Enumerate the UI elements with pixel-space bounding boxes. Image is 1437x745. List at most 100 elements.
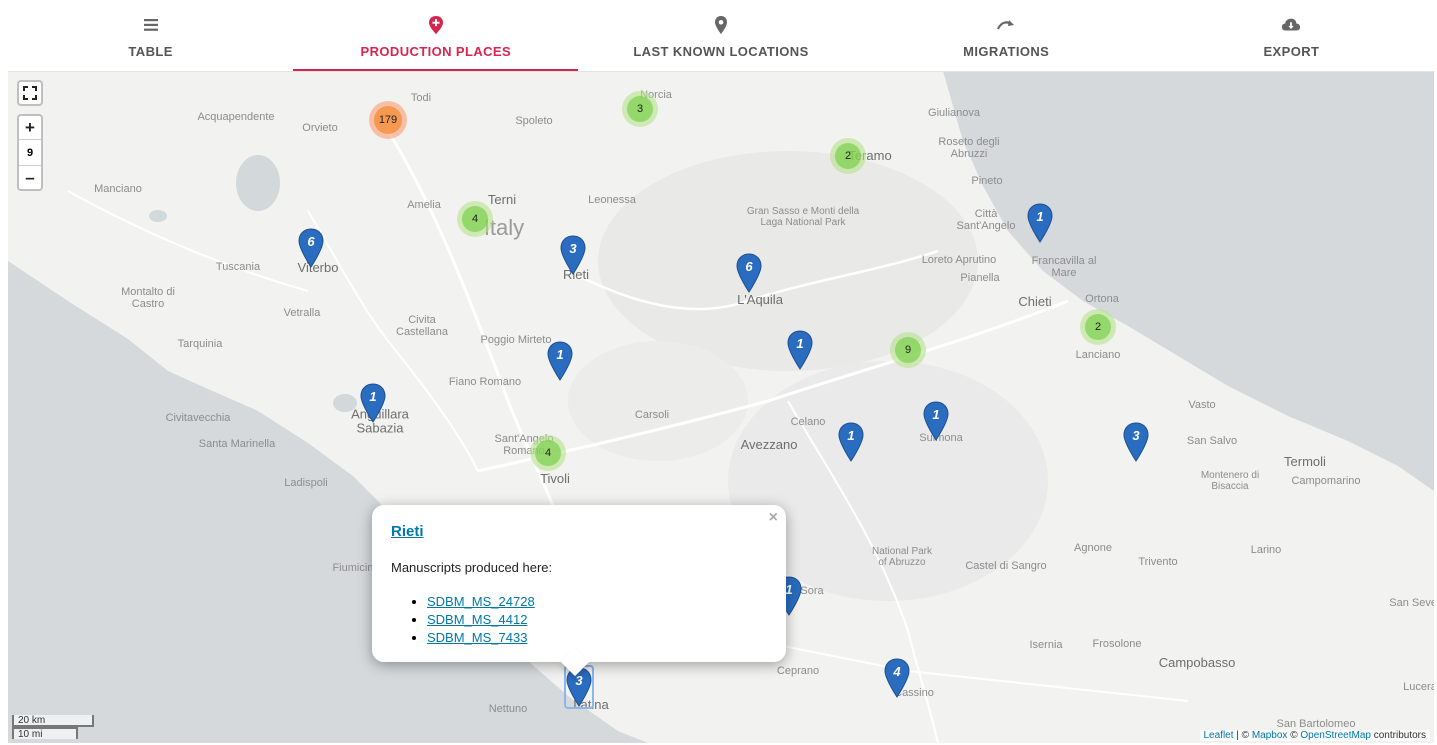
place-label: Orvieto bbox=[302, 121, 338, 134]
tab-production-places[interactable]: PRODUCTION PLACES bbox=[293, 3, 579, 71]
marker-count: 6 bbox=[307, 234, 315, 249]
place-label: Pianella bbox=[960, 271, 1000, 284]
marker-count: 1 bbox=[796, 336, 804, 351]
marker-count: 1 bbox=[369, 389, 377, 404]
place-label: Avezzano bbox=[740, 436, 798, 452]
cluster-count: 3 bbox=[627, 96, 653, 122]
zoom-out-button[interactable]: – bbox=[19, 166, 41, 189]
curved-arrow-icon bbox=[997, 20, 1015, 30]
tab-table-label: TABLE bbox=[128, 44, 173, 59]
popup-description: Manuscripts produced here: bbox=[391, 560, 553, 575]
place-label: Larino bbox=[1250, 543, 1282, 556]
map[interactable]: Todi Acquapendente Orvieto Spoleto Norci… bbox=[8, 71, 1434, 743]
place-label: Frosolone bbox=[1092, 637, 1142, 650]
place-label: Santa Marinella bbox=[198, 437, 276, 450]
marker-cluster[interactable]: 4 bbox=[530, 435, 566, 471]
tab-production-places-label: PRODUCTION PLACES bbox=[360, 44, 512, 59]
place-label: Tuscania bbox=[215, 260, 261, 273]
marker-count: 1 bbox=[847, 428, 855, 443]
tab-table[interactable]: TABLE bbox=[8, 3, 293, 71]
place-label: Tarquinia bbox=[177, 337, 223, 350]
map-marker[interactable]: 6 bbox=[736, 253, 762, 293]
place-label: Todi bbox=[410, 91, 432, 104]
place-label: Manciano bbox=[94, 182, 142, 195]
map-attribution: Leaflet | © Mapbox © OpenStreetMap contr… bbox=[1199, 730, 1430, 741]
map-marker[interactable]: 1 bbox=[1027, 203, 1053, 243]
marker-count: 1 bbox=[556, 347, 564, 362]
list-item: SDBM_MS_4412 bbox=[427, 611, 767, 629]
map-marker[interactable]: 1 bbox=[838, 422, 864, 462]
place-label: Campobasso bbox=[1158, 654, 1236, 670]
place-label: Ortona bbox=[1085, 292, 1119, 305]
mapbox-link[interactable]: Mapbox bbox=[1252, 730, 1288, 741]
tab-export-label: EXPORT bbox=[1263, 44, 1320, 59]
leaflet-link[interactable]: Leaflet bbox=[1204, 730, 1234, 741]
map-marker-selected[interactable]: 3 bbox=[564, 665, 594, 709]
cluster-count: 2 bbox=[1085, 314, 1111, 340]
map-marker[interactable]: 1 bbox=[360, 383, 386, 423]
place-label: Giulianova bbox=[928, 106, 980, 119]
place-label: Sora bbox=[800, 584, 824, 597]
place-label: Carsoli bbox=[634, 408, 670, 421]
marker-popup: × Rieti Manuscripts produced here: SDBM_… bbox=[372, 505, 786, 677]
cluster-count: 2 bbox=[835, 143, 861, 169]
map-marker[interactable]: 6 bbox=[298, 228, 324, 268]
map-marker[interactable]: 4 bbox=[884, 658, 910, 698]
manuscript-link[interactable]: SDBM_MS_4412 bbox=[427, 612, 527, 627]
fullscreen-button[interactable] bbox=[17, 80, 43, 106]
place-label: Francavilla al Mare bbox=[1031, 254, 1097, 279]
list-item: SDBM_MS_7433 bbox=[427, 629, 767, 647]
tab-last-known-locations[interactable]: LAST KNOWN LOCATIONS bbox=[578, 3, 863, 71]
place-label: Lanciano bbox=[1075, 348, 1121, 361]
place-label: Amelia bbox=[407, 198, 441, 211]
scale-bar: 20 km 10 mi bbox=[12, 715, 94, 740]
place-label: Fiano Romano bbox=[448, 375, 522, 388]
popup-title-link[interactable]: Rieti bbox=[391, 523, 424, 540]
place-label: Montalto di Castro bbox=[121, 285, 175, 310]
popup-close-button[interactable]: × bbox=[769, 509, 778, 527]
fullscreen-icon bbox=[23, 86, 37, 100]
place-label: Spoleto bbox=[515, 114, 553, 127]
place-label: L'Aquila bbox=[737, 291, 783, 307]
manuscript-list: SDBM_MS_24728 SDBM_MS_4412 SDBM_MS_7433 bbox=[391, 593, 767, 647]
tab-migrations[interactable]: MIGRATIONS bbox=[864, 3, 1149, 71]
place-label: San Salvo bbox=[1186, 434, 1238, 447]
manuscript-link[interactable]: SDBM_MS_24728 bbox=[427, 594, 535, 609]
map-marker[interactable]: 1 bbox=[787, 330, 813, 370]
marker-cluster[interactable]: 9 bbox=[890, 332, 926, 368]
place-label: Trivento bbox=[1138, 555, 1178, 568]
marker-cluster[interactable]: 4 bbox=[457, 201, 493, 237]
cluster-count: 4 bbox=[462, 206, 488, 232]
marker-cluster[interactable]: 2 bbox=[1080, 309, 1116, 345]
attribution-sep: © bbox=[1287, 730, 1301, 741]
tab-export[interactable]: EXPORT bbox=[1149, 3, 1434, 71]
zoom-in-button[interactable]: + bbox=[19, 116, 41, 139]
cluster-count: 4 bbox=[535, 440, 561, 466]
place-label: Celano bbox=[790, 415, 826, 428]
map-marker[interactable]: 3 bbox=[1123, 422, 1149, 462]
map-marker[interactable]: 3 bbox=[560, 235, 586, 275]
list-item: SDBM_MS_24728 bbox=[427, 593, 767, 611]
marker-cluster[interactable]: 179 bbox=[369, 101, 407, 139]
place-label: Ladispoli bbox=[284, 476, 328, 489]
marker-count: 3 bbox=[575, 673, 583, 688]
place-label: Montenero di Bisaccia bbox=[1200, 470, 1260, 492]
place-label: Lucera bbox=[1403, 680, 1434, 693]
attribution-suffix: contributors bbox=[1370, 730, 1426, 741]
place-label: Civitavecchia bbox=[165, 411, 231, 424]
map-marker[interactable]: 1 bbox=[923, 401, 949, 441]
marker-count: 3 bbox=[569, 241, 577, 256]
zoom-level: 9 bbox=[19, 139, 41, 166]
view-tabs: TABLE PRODUCTION PLACES LAST KNOWN LOCAT… bbox=[8, 3, 1434, 72]
place-label: Loreto Aprutino bbox=[921, 253, 997, 266]
place-label: Gran Sasso e Monti della Laga National P… bbox=[746, 206, 860, 228]
place-label: Vetralla bbox=[283, 306, 321, 319]
tab-last-known-locations-label: LAST KNOWN LOCATIONS bbox=[633, 44, 809, 59]
osm-link[interactable]: OpenStreetMap bbox=[1300, 730, 1371, 741]
place-label: Castel di Sangro bbox=[965, 559, 1047, 572]
marker-count: 1 bbox=[1036, 209, 1044, 224]
marker-cluster[interactable]: 2 bbox=[830, 138, 866, 174]
manuscript-link[interactable]: SDBM_MS_7433 bbox=[427, 630, 527, 645]
marker-cluster[interactable]: 3 bbox=[622, 91, 658, 127]
map-marker[interactable]: 1 bbox=[547, 341, 573, 381]
